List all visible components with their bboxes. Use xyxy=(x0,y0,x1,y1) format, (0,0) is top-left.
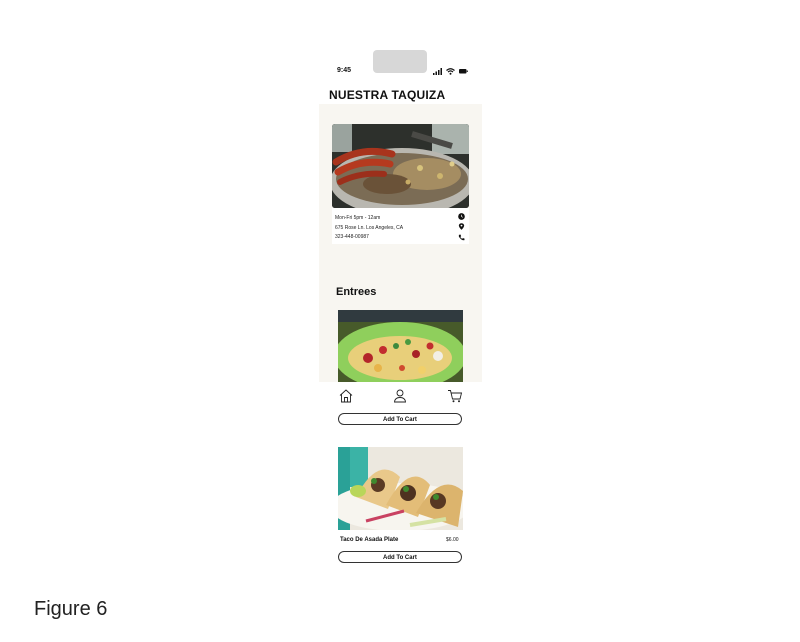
add-to-cart-button[interactable]: Add To Cart xyxy=(338,413,462,425)
figure-caption: Figure 6 xyxy=(34,598,108,620)
entree-image-2[interactable] xyxy=(338,447,463,530)
item-name: Taco De Asada Plate xyxy=(340,537,399,543)
restaurant-hero-image xyxy=(332,124,469,208)
phone-icon[interactable] xyxy=(458,234,465,241)
entree-image-1[interactable] xyxy=(338,310,463,382)
section-title-entrees: Entrees xyxy=(336,286,377,298)
cart-icon[interactable] xyxy=(447,388,463,404)
app-title: NUESTRA TAQUIZA xyxy=(329,88,446,102)
status-icons xyxy=(433,66,473,76)
add-to-cart-button[interactable]: Add To Cart xyxy=(338,551,462,563)
address-text: 675 Rose Ln. Los Angeles, CA xyxy=(335,225,404,231)
hours-text: Mon-Fri 5pm - 12am xyxy=(335,215,381,221)
bottom-nav-bar xyxy=(319,382,482,410)
notch xyxy=(373,50,427,73)
clock-icon xyxy=(458,213,465,220)
signal-icon xyxy=(433,67,442,75)
status-time: 9:45 xyxy=(337,67,352,74)
home-icon[interactable] xyxy=(338,388,354,404)
location-pin-icon[interactable] xyxy=(458,223,465,230)
item-price: $6.00 xyxy=(446,537,459,543)
restaurant-info-card: Mon-Fri 5pm - 12am 675 Rose Ln. Los Ange… xyxy=(332,208,469,244)
wifi-icon xyxy=(446,67,455,75)
profile-icon[interactable] xyxy=(392,388,408,404)
battery-icon xyxy=(459,69,468,74)
phone-text: 323-448-00987 xyxy=(335,234,369,240)
